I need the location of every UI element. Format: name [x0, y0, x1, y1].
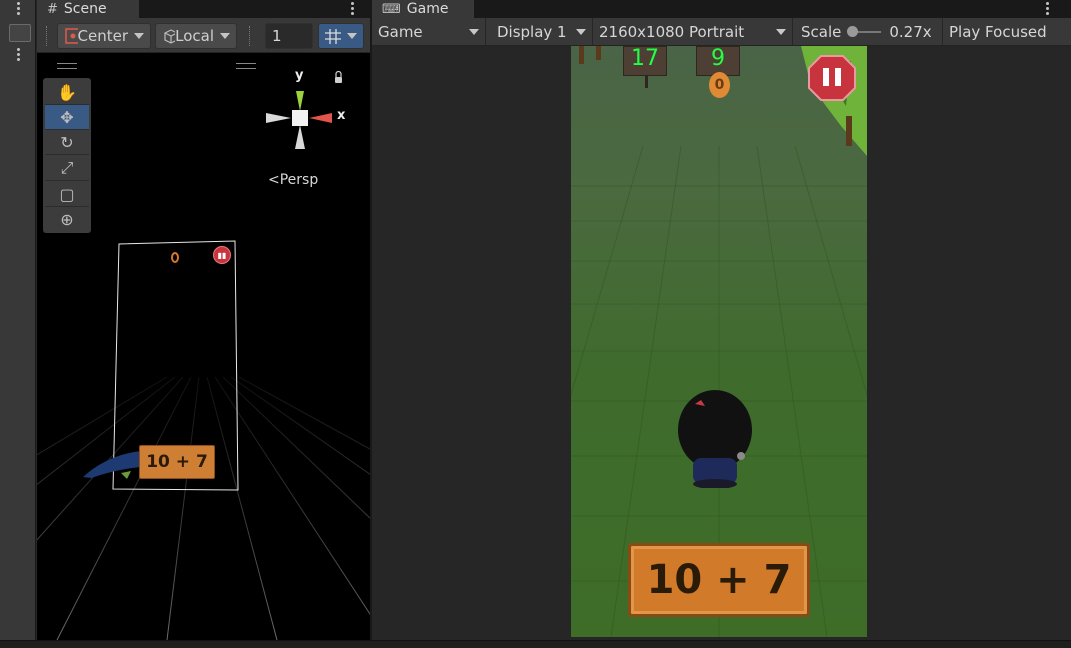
game-toolbar: Game Display 1 2160x1080 Portrait Scale …	[372, 18, 1071, 46]
rotate-tool-button[interactable]: ↻	[45, 130, 89, 155]
tab-game[interactable]: ⌨ Game	[372, 0, 474, 18]
overlay-drag-handle[interactable]	[236, 63, 256, 69]
scene-toolbar: Center Local 1	[37, 18, 370, 53]
resolution-label: 2160x1080 Portrait	[599, 23, 745, 41]
game-viewport[interactable]: 17 9 0 10 + 7	[571, 46, 867, 637]
grid-snap-toggle[interactable]	[318, 23, 364, 49]
scene-coin-icon	[171, 252, 179, 263]
move-icon: ✥	[60, 107, 74, 127]
cube-icon	[164, 29, 176, 44]
grid-snap-input[interactable]: 1	[265, 23, 313, 49]
pivot-mode-label: Center	[77, 27, 129, 45]
tab-game-label: Game	[406, 1, 449, 17]
scale-slider[interactable]	[847, 26, 882, 37]
player-character	[678, 390, 752, 488]
scale-icon: ⤢	[60, 158, 74, 177]
pivot-space-dropdown[interactable]: Local	[155, 23, 237, 49]
lock-icon[interactable]	[335, 77, 342, 83]
scene-tools-overlay: ✋ ✥ ↻ ⤢ ▢ ⊕	[43, 78, 91, 233]
scale-value: 0.27x	[889, 23, 932, 41]
move-tool-button[interactable]: ✥	[45, 105, 89, 130]
gizmo-center-cube[interactable]	[292, 110, 308, 126]
play-focused-label: Play Focused	[949, 23, 1047, 41]
toolbar-grip[interactable]	[46, 26, 49, 46]
chevron-down-icon	[576, 29, 586, 35]
chevron-down-icon	[469, 29, 479, 35]
chevron-down-icon	[134, 33, 144, 39]
chevron-down-icon	[220, 33, 230, 39]
display-label: Display 1	[497, 23, 567, 41]
pivot-mode-dropdown[interactable]: Center	[57, 23, 151, 49]
panel-menu-icon[interactable]	[17, 48, 21, 63]
gizmo-neg-z-axis[interactable]	[295, 125, 305, 149]
overlay-drag-handle[interactable]	[57, 63, 77, 69]
game-mode-label: Game	[378, 23, 423, 41]
scale-label: Scale	[801, 23, 842, 41]
pause-icon	[823, 68, 829, 86]
game-mode-dropdown[interactable]: Game	[372, 18, 486, 46]
gizmo-x-axis[interactable]	[309, 113, 332, 123]
score-left-sign: 17	[623, 46, 667, 76]
play-focused-dropdown[interactable]: Play Focused	[943, 18, 1071, 46]
sign-post	[645, 76, 648, 88]
rotate-icon: ↻	[60, 132, 74, 152]
chevron-down-icon	[776, 29, 786, 35]
gizmo-y-axis[interactable]	[296, 91, 304, 111]
coin-icon: 0	[709, 72, 730, 98]
scale-slider-thumb[interactable]	[847, 26, 859, 37]
gamepad-icon: ⌨	[382, 1, 401, 17]
maximize-panel-button[interactable]	[9, 24, 31, 42]
gizmo-neg-x-axis[interactable]	[266, 113, 291, 123]
projection-toggle[interactable]: <Persp	[268, 172, 318, 188]
rect-icon: ▢	[59, 184, 75, 204]
pivot-space-label: Local	[175, 27, 214, 45]
resolution-dropdown[interactable]: 2160x1080 Portrait	[593, 18, 793, 46]
pause-button[interactable]	[807, 54, 857, 102]
scene-tabbar: # Scene	[37, 0, 370, 18]
grid-snapping-icon	[325, 29, 341, 44]
orientation-gizmo[interactable]	[257, 69, 357, 189]
persp-arrow-icon: <	[268, 172, 280, 188]
grid-icon: #	[47, 1, 58, 17]
gizmo-y-label: y	[295, 68, 304, 83]
rect-tool-button[interactable]: ▢	[45, 182, 89, 207]
chevron-down-icon	[347, 33, 357, 39]
scene-equation-sign: 10 + 7	[139, 445, 215, 479]
game-options-icon[interactable]	[1046, 2, 1050, 17]
transform-icon: ⊕	[60, 209, 74, 229]
equation-sign: 10 + 7	[628, 543, 810, 617]
status-bar	[0, 640, 1071, 648]
hand-icon: ✋	[57, 82, 77, 102]
left-side-panel	[0, 0, 36, 640]
scale-tool-button[interactable]: ⤢	[45, 156, 89, 181]
pivot-center-icon	[65, 28, 78, 44]
hand-tool-button[interactable]: ✋	[45, 80, 89, 105]
transform-tool-button[interactable]: ⊕	[45, 207, 89, 231]
coin-label: 0	[714, 77, 725, 93]
toolbar-grip[interactable]	[249, 26, 252, 46]
scene-pause-icon: ▮▮	[213, 246, 231, 264]
scene-options-icon[interactable]	[351, 2, 355, 17]
gizmo-x-label: x	[337, 108, 346, 123]
tab-scene[interactable]: # Scene	[37, 0, 139, 18]
projection-label: Persp	[279, 172, 319, 188]
scale-control: Scale 0.27x	[795, 18, 943, 46]
more-options-icon[interactable]	[17, 2, 21, 17]
game-tabbar: ⌨ Game	[372, 0, 1071, 18]
display-dropdown[interactable]: Display 1	[491, 18, 593, 46]
tab-scene-label: Scene	[63, 1, 107, 17]
